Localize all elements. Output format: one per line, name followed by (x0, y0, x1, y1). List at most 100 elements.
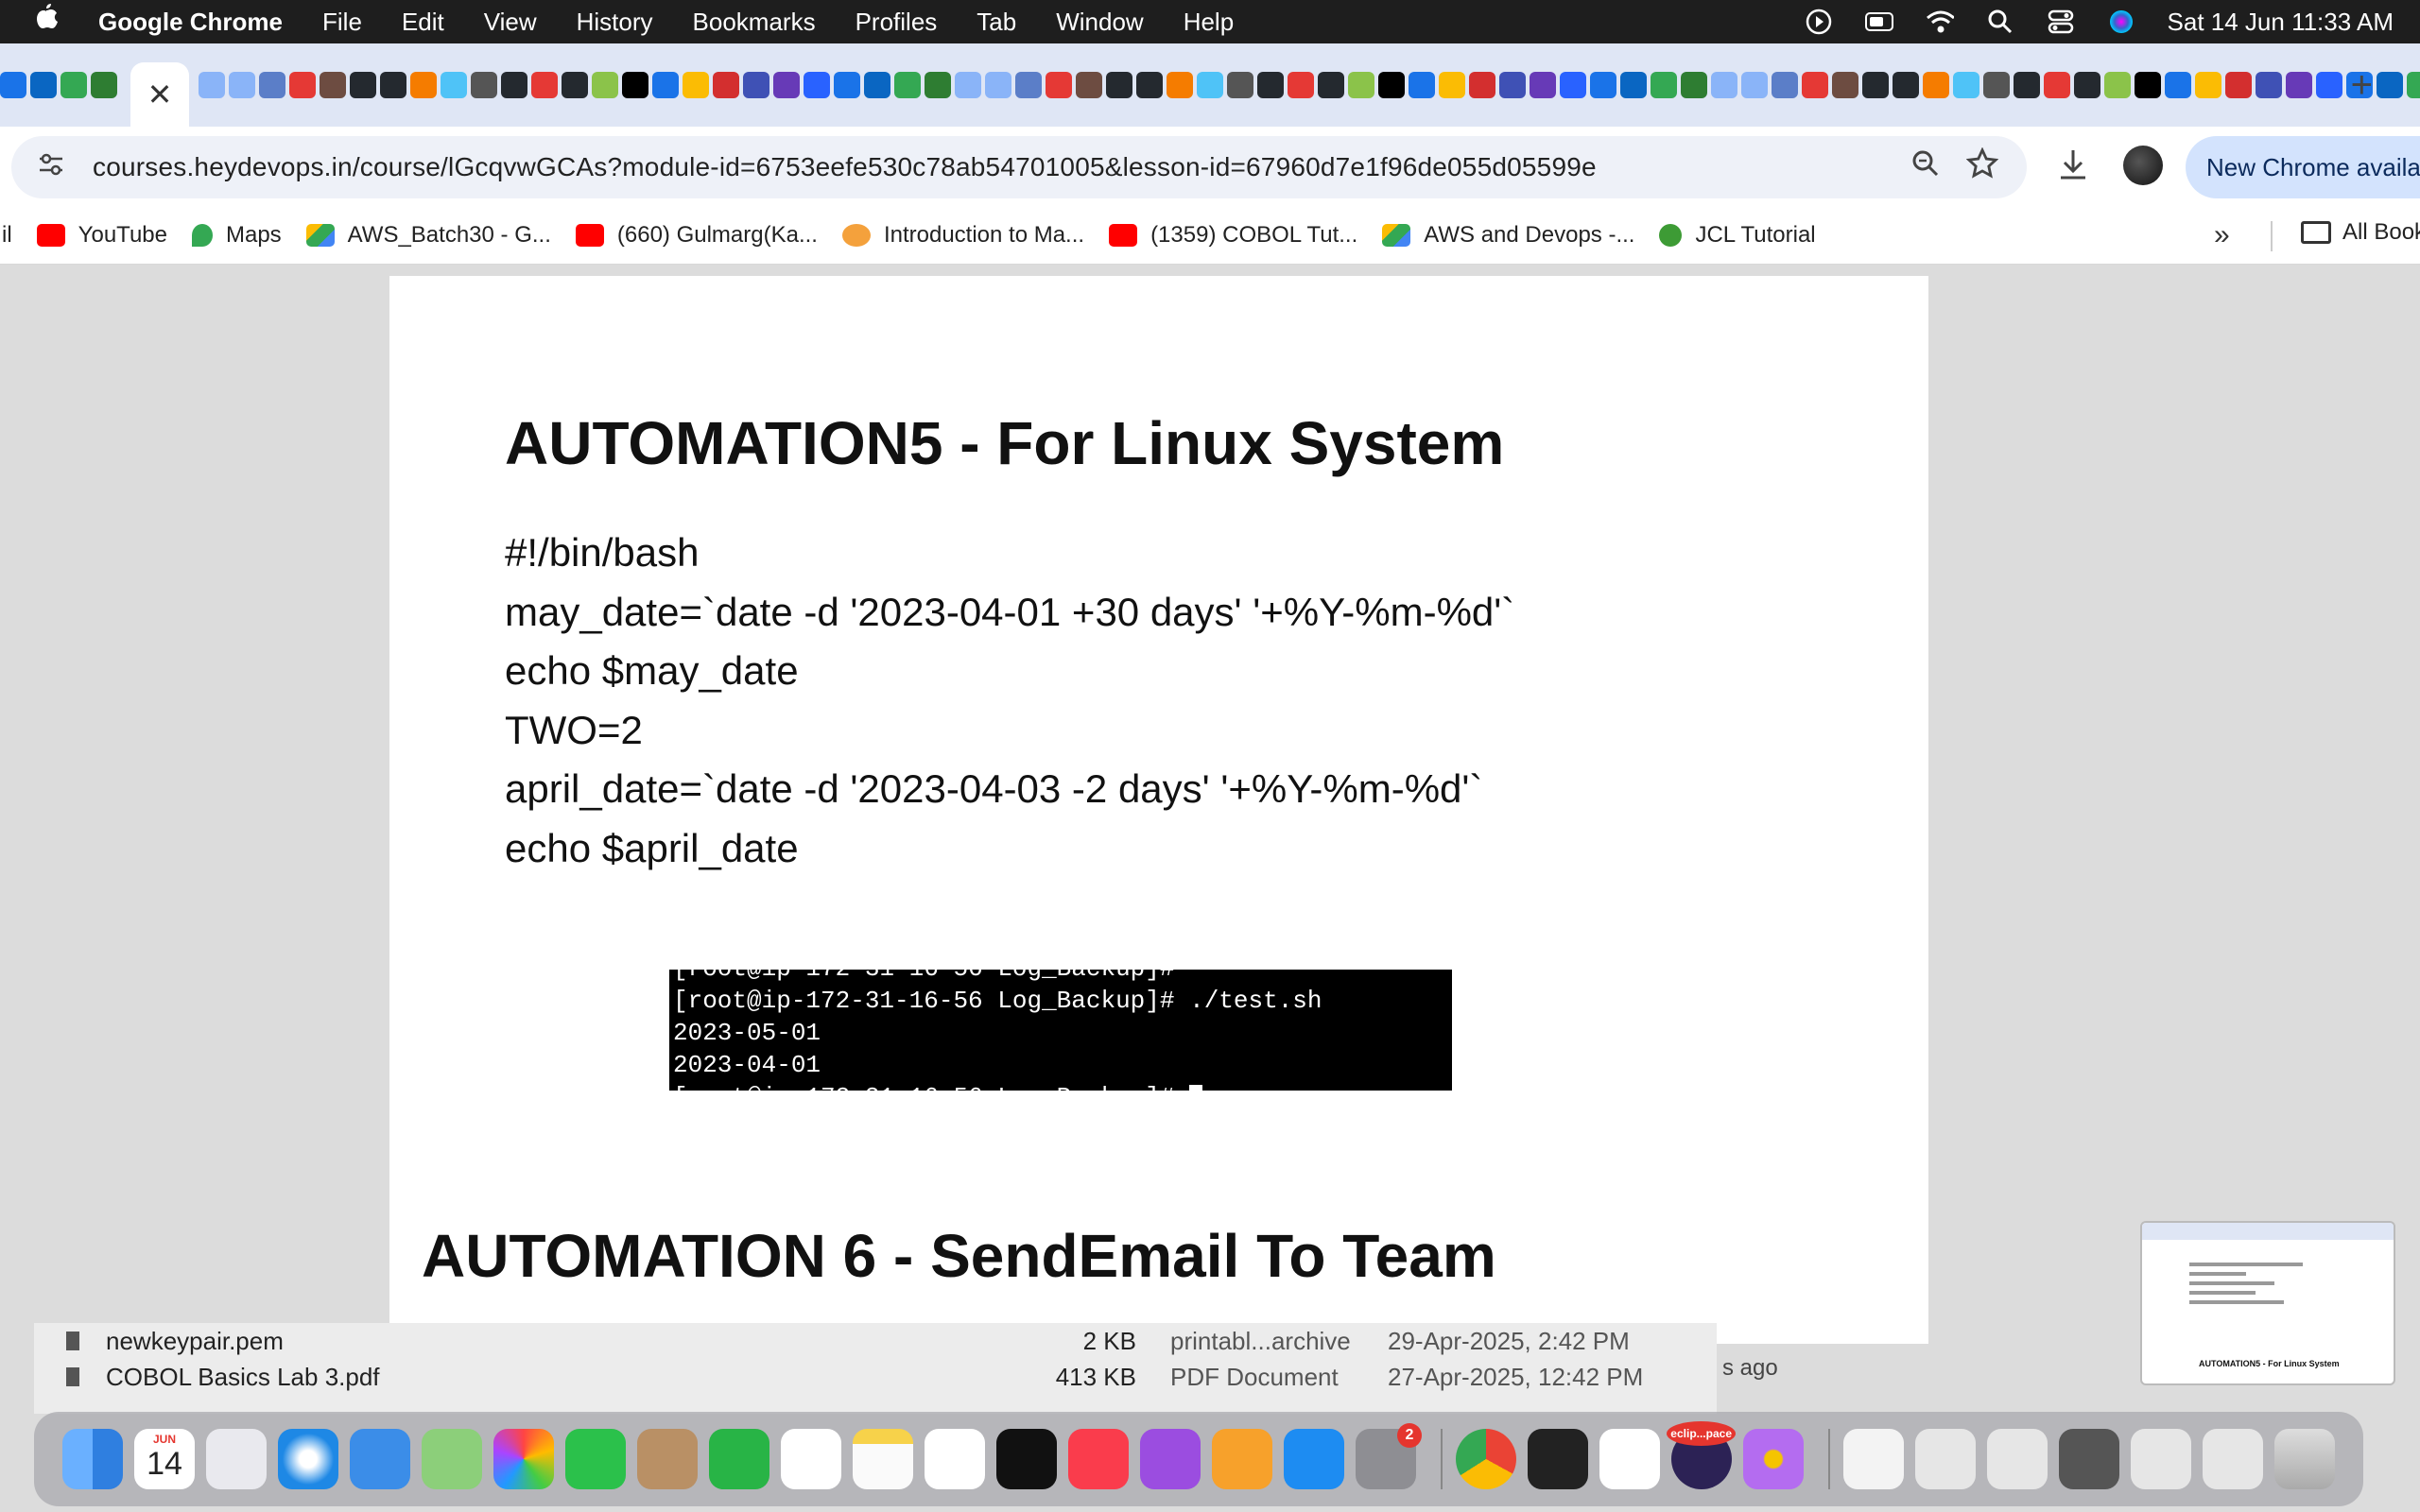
tab-favicon[interactable] (2135, 72, 2161, 98)
tab-favicon[interactable] (2316, 72, 2342, 98)
tab-favicon[interactable] (2044, 72, 2070, 98)
control-center-icon[interactable] (2047, 9, 2075, 34)
menubar-clock[interactable]: Sat 14 Jun 11:33 AM (2168, 8, 2394, 37)
safari-icon[interactable] (278, 1429, 338, 1489)
chrome-icon[interactable] (1456, 1429, 1516, 1489)
tab-favicon[interactable] (713, 72, 739, 98)
reminders-icon[interactable] (781, 1429, 841, 1489)
download-row[interactable]: COBOL Basics Lab 3.pdf 413 KB PDF Docume… (34, 1359, 1717, 1395)
tab-favicon[interactable] (2195, 72, 2221, 98)
bookmark-maps[interactable]: Maps (191, 222, 282, 249)
play-status-icon[interactable] (1805, 9, 1833, 35)
photos-icon[interactable] (493, 1429, 554, 1489)
bookmark-introduction[interactable]: Introduction to Ma... (841, 222, 1084, 249)
menu-edit[interactable]: Edit (402, 8, 444, 37)
tab-favicon[interactable] (1106, 72, 1132, 98)
tab-favicon[interactable] (864, 72, 890, 98)
menu-tab[interactable]: Tab (977, 8, 1016, 37)
menu-bookmarks[interactable]: Bookmarks (693, 8, 816, 37)
bookmark-aws-batch30[interactable]: AWS_Batch30 - G... (305, 222, 551, 249)
tab-favicon[interactable] (199, 72, 225, 98)
tab-favicon[interactable] (562, 72, 588, 98)
tab-favicon[interactable] (985, 72, 1011, 98)
tab-favicon[interactable] (1923, 72, 1949, 98)
maps-app-icon[interactable] (422, 1429, 482, 1489)
tab-favicon[interactable] (2014, 72, 2040, 98)
bookmark-jcl[interactable]: JCL Tutorial (1659, 222, 1816, 249)
freeform-icon[interactable] (925, 1429, 985, 1489)
tab-favicon[interactable] (531, 72, 558, 98)
tab-favicon[interactable] (441, 72, 467, 98)
tab-favicon[interactable] (1439, 72, 1465, 98)
bookmark-gulmarg[interactable]: (660) Gulmarg(Ka... (575, 222, 818, 249)
tab-favicon[interactable] (1046, 72, 1072, 98)
tab-favicon[interactable] (1711, 72, 1737, 98)
tab-favicon[interactable] (1651, 72, 1677, 98)
system-settings-icon[interactable]: 2 (1356, 1423, 1422, 1489)
tab-favicon[interactable] (1378, 72, 1405, 98)
mail-icon[interactable] (350, 1429, 410, 1489)
menu-help[interactable]: Help (1184, 8, 1234, 37)
terminal-icon[interactable] (1528, 1429, 1588, 1489)
tab-favicon[interactable] (894, 72, 921, 98)
trash-icon[interactable] (2274, 1429, 2335, 1489)
pinned-tab-favicon[interactable] (0, 72, 26, 98)
numbers-icon[interactable] (709, 1429, 769, 1489)
menu-window[interactable]: Window (1056, 8, 1143, 37)
vscode-icon[interactable] (1599, 1429, 1660, 1489)
notes-icon[interactable] (853, 1429, 913, 1489)
launchpad-icon[interactable] (206, 1429, 267, 1489)
tab-favicon[interactable] (289, 72, 316, 98)
download-icon[interactable] (2057, 147, 2089, 190)
tab-favicon[interactable] (834, 72, 860, 98)
tab-favicon[interactable] (773, 72, 800, 98)
document-window-icon[interactable] (1843, 1429, 1904, 1489)
tab-favicon[interactable] (1136, 72, 1163, 98)
pinned-tab-favicon[interactable] (91, 72, 117, 98)
spotlight-search-icon[interactable] (1986, 9, 2014, 34)
tab-favicon[interactable] (1832, 72, 1858, 98)
tab-favicon[interactable] (1983, 72, 2010, 98)
close-tab-icon[interactable]: ✕ (147, 77, 173, 112)
tab-favicon[interactable] (2286, 72, 2312, 98)
new-tab-button[interactable]: + (2351, 64, 2373, 107)
tab-favicon[interactable] (955, 72, 981, 98)
tab-favicon[interactable] (1318, 72, 1344, 98)
siri-icon[interactable] (2107, 9, 2135, 34)
tab-favicon[interactable] (1862, 72, 1889, 98)
bookmarks-overflow-chevron-icon[interactable]: » (2214, 219, 2230, 251)
bookmark-star-icon[interactable] (1965, 146, 1999, 188)
bookmark-youtube[interactable]: YouTube (36, 222, 167, 249)
tab-favicon[interactable] (1953, 72, 1979, 98)
tab-favicon[interactable] (259, 72, 285, 98)
all-bookmarks-button[interactable]: All Bookmarks (2301, 219, 2420, 246)
minimized-window-icon[interactable] (2059, 1429, 2119, 1489)
zoom-icon[interactable] (1911, 149, 1940, 185)
menu-view[interactable]: View (484, 8, 537, 37)
contacts-icon[interactable] (637, 1429, 698, 1489)
pinned-tab-favicon[interactable] (60, 72, 87, 98)
tab-favicon[interactable] (925, 72, 951, 98)
tab-favicon[interactable] (1560, 72, 1586, 98)
tab-favicon[interactable] (683, 72, 709, 98)
tab-favicon[interactable] (1197, 72, 1223, 98)
menu-app-name[interactable]: Google Chrome (98, 8, 283, 37)
tab-favicon[interactable] (1257, 72, 1284, 98)
tab-favicon[interactable] (229, 72, 255, 98)
eclipse-icon[interactable]: eclip...pace (1667, 1421, 1736, 1489)
tab-favicon[interactable] (1227, 72, 1253, 98)
bookmark-gmail[interactable]: il (2, 222, 12, 249)
menu-history[interactable]: History (577, 8, 653, 37)
tab-favicon[interactable] (1893, 72, 1919, 98)
tab-favicon[interactable] (1681, 72, 1707, 98)
tab-favicon[interactable] (2256, 72, 2282, 98)
tab-favicon[interactable] (2377, 72, 2403, 98)
tab-favicon[interactable] (1409, 72, 1435, 98)
active-tab[interactable]: ✕ (130, 62, 189, 127)
app-store-icon[interactable] (1284, 1429, 1344, 1489)
tab-favicon[interactable] (1741, 72, 1768, 98)
download-row[interactable]: newkeypair.pem 2 KB printabl...archive 2… (34, 1323, 1717, 1359)
tab-favicon[interactable] (410, 72, 437, 98)
tab-favicon[interactable] (1469, 72, 1495, 98)
tab-favicon[interactable] (804, 72, 830, 98)
